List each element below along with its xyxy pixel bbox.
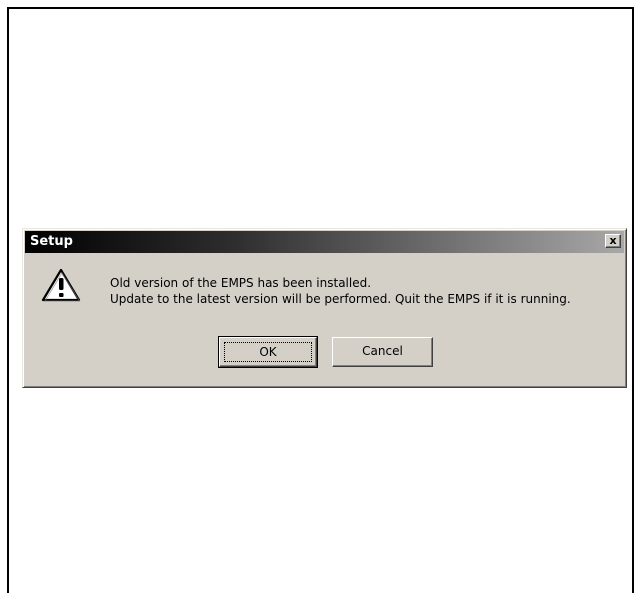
close-button[interactable]: x: [605, 234, 621, 248]
cancel-button[interactable]: Cancel: [332, 337, 433, 367]
message-line-1: Old version of the EMPS has been install…: [110, 276, 372, 290]
warning-icon: [41, 268, 81, 302]
ok-button[interactable]: OK: [218, 336, 318, 368]
dialog-title: Setup: [30, 234, 73, 249]
setup-dialog: Setup x Old version of the EMPS has been…: [22, 228, 627, 388]
title-bar[interactable]: Setup x: [25, 231, 624, 253]
ok-button-label: OK: [224, 342, 312, 362]
message-line-2: Update to the latest version will be per…: [110, 292, 571, 306]
dialog-message: Old version of the EMPS has been install…: [110, 275, 571, 307]
